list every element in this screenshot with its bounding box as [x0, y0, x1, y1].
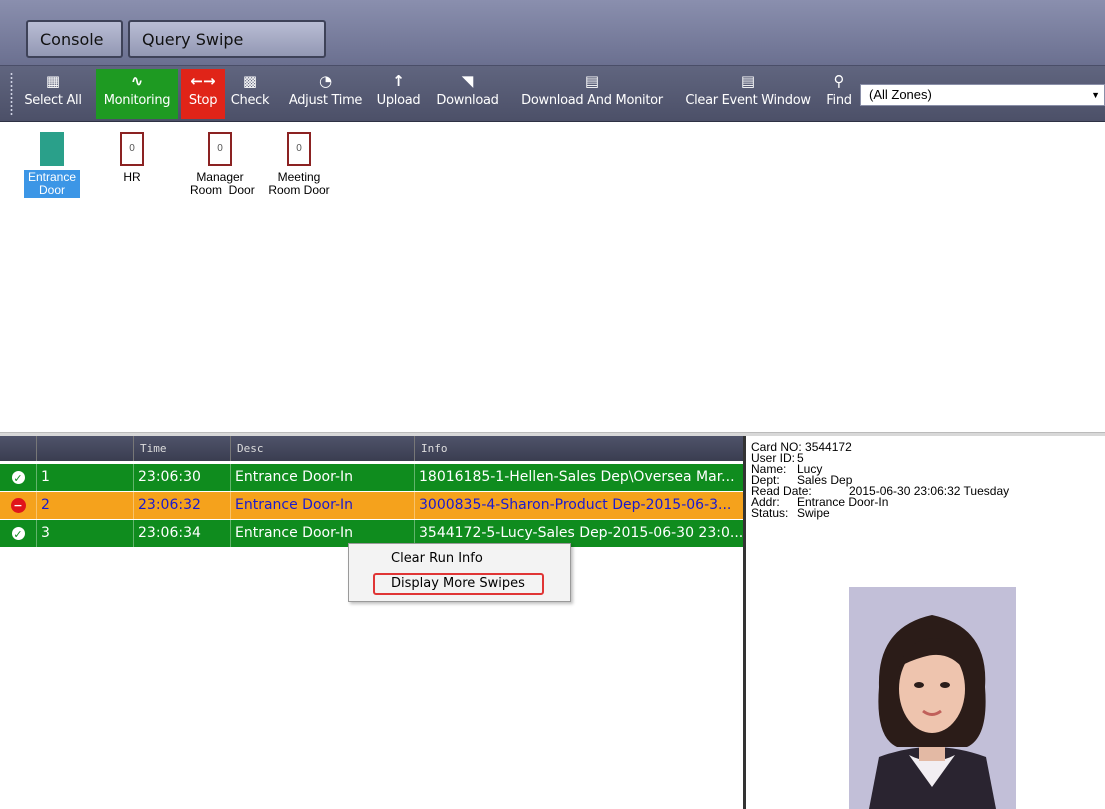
header-status[interactable] — [0, 436, 36, 461]
check-circle-icon: ✓ — [10, 470, 26, 485]
check-button[interactable]: ▩ Check — [229, 69, 271, 119]
row-time: 23:06:32 — [133, 492, 230, 519]
row-number: 2 — [36, 492, 133, 519]
door-grid-icon: ▦ — [45, 72, 61, 90]
toolbar-grip[interactable] — [10, 72, 13, 116]
select-all-label: Select All — [24, 93, 82, 108]
row-time: 23:06:30 — [133, 464, 230, 491]
menu-item-clear-run-info[interactable]: Clear Run Info — [373, 548, 544, 570]
card-no-value: 3544172 — [805, 440, 852, 454]
row-number: 1 — [36, 464, 133, 491]
row-number: 3 — [36, 520, 133, 547]
stop-button[interactable]: ←→ Stop — [181, 69, 225, 119]
door-name-line1: Meeting — [277, 170, 321, 184]
door-name-line1: Manager — [196, 170, 244, 184]
door-name: HR — [112, 170, 152, 185]
trash-icon: ▤ — [740, 72, 756, 90]
door-meeting-room[interactable]: 0 Meeting Room Door — [261, 132, 337, 198]
door-name-line1: Entrance — [27, 170, 77, 184]
door-counter: 0 — [217, 143, 223, 154]
find-button[interactable]: ⚲ Find — [822, 69, 856, 119]
door-hr[interactable]: 0 HR — [112, 132, 152, 185]
door-name-line1: HR — [123, 170, 141, 184]
door-entrance[interactable]: Entrance Door — [24, 132, 80, 198]
download-and-monitor-label: Download And Monitor — [521, 93, 663, 108]
download-and-monitor-button[interactable]: ▤ Download And Monitor — [512, 69, 672, 119]
door-name-line2: Room Door — [190, 183, 255, 197]
user-photo — [849, 587, 1016, 809]
check-label: Check — [230, 93, 270, 108]
header-time[interactable]: Time — [133, 436, 230, 461]
clear-event-window-label: Clear Event Window — [685, 93, 811, 108]
swipe-records-grid[interactable]: Time Desc Info ✓ 1 23:06:30 Entrance Doo… — [0, 436, 746, 809]
tab-bar: Console Query Swipe Records — [0, 0, 1105, 85]
header-number[interactable] — [36, 436, 133, 461]
check-circle-icon: ✓ — [10, 526, 26, 541]
adjust-time-button[interactable]: ◔ Adjust Time — [282, 69, 369, 119]
door-counter: 0 — [296, 143, 302, 154]
chevron-down-icon: ▼ — [1091, 90, 1100, 100]
door-name-line2: Door — [38, 183, 65, 197]
table-row[interactable]: ✓ 1 23:06:30 Entrance Door-In 18016185-1… — [0, 464, 743, 491]
status-value: Swipe — [797, 506, 830, 520]
tab-query-swipe-records[interactable]: Query Swipe Records — [128, 20, 326, 85]
door-icon: 0 — [208, 132, 232, 166]
stop-icon: ←→ — [190, 72, 216, 90]
monitoring-button[interactable]: ∿ Monitoring — [96, 69, 178, 119]
menu-item-display-more-swipes[interactable]: Display More Swipes — [373, 573, 544, 595]
row-info: 3000835-4-Sharon-Product Dep-2015-06-3..… — [414, 492, 743, 519]
door-panel: Entrance Door 0 HR 0 Manager Room Door 0… — [0, 122, 1105, 432]
monitor-pulse-icon: ∿ — [130, 72, 144, 90]
search-icon: ⚲ — [833, 72, 845, 90]
adjust-time-label: Adjust Time — [288, 93, 363, 108]
row-info: 18016185-1-Hellen-Sales Dep\Oversea Mar.… — [414, 464, 743, 491]
select-all-button[interactable]: ▦ Select All — [17, 69, 89, 119]
find-label: Find — [826, 93, 852, 108]
row-status: ✓ — [0, 520, 36, 547]
row-status: − — [0, 492, 36, 519]
row-desc: Entrance Door-In — [230, 492, 414, 519]
table-row[interactable]: − 2 23:06:32 Entrance Door-In 3000835-4-… — [0, 492, 743, 519]
door-icon — [40, 132, 64, 166]
row-desc: Entrance Door-In — [230, 464, 414, 491]
zone-select-value: (All Zones) — [869, 87, 932, 102]
status-label: Status: — [751, 506, 789, 520]
download-icon: ◥ — [461, 72, 474, 90]
monitoring-label: Monitoring — [103, 93, 171, 108]
row-status: ✓ — [0, 464, 36, 491]
door-icon: 0 — [287, 132, 311, 166]
door-name-line2: Room Door — [268, 183, 330, 197]
download-monitor-icon: ▤ — [584, 72, 600, 90]
grid-header: Time Desc Info — [0, 436, 743, 461]
detail-status: Status: Swipe — [751, 506, 830, 520]
door-name: Manager Room Door — [188, 170, 255, 198]
header-desc[interactable]: Desc — [230, 436, 414, 461]
download-label: Download — [436, 93, 499, 108]
door-name: Entrance Door — [24, 170, 80, 198]
door-manager-room[interactable]: 0 Manager Room Door — [188, 132, 255, 198]
door-icon: 0 — [120, 132, 144, 166]
clock-icon: ◔ — [318, 72, 333, 90]
check-device-icon: ▩ — [242, 72, 258, 90]
stop-label: Stop — [188, 93, 218, 108]
upload-button[interactable]: ↑ Upload — [372, 69, 425, 119]
row-time: 23:06:34 — [133, 520, 230, 547]
tab-console[interactable]: Console — [26, 20, 123, 58]
clear-event-window-button[interactable]: ▤ Clear Event Window — [681, 69, 815, 119]
zone-select[interactable]: (All Zones) ▼ — [860, 84, 1105, 106]
error-circle-icon: − — [10, 498, 26, 513]
door-counter: 0 — [129, 143, 135, 154]
context-menu: Clear Run Info Display More Swipes — [348, 543, 571, 602]
upload-arrow-icon: ↑ — [392, 72, 405, 90]
user-photo-portrait — [849, 587, 1016, 809]
header-info[interactable]: Info — [414, 436, 743, 461]
door-name: Meeting Room Door — [261, 170, 337, 198]
download-button[interactable]: ◥ Download — [432, 69, 503, 119]
upload-label: Upload — [376, 93, 421, 108]
